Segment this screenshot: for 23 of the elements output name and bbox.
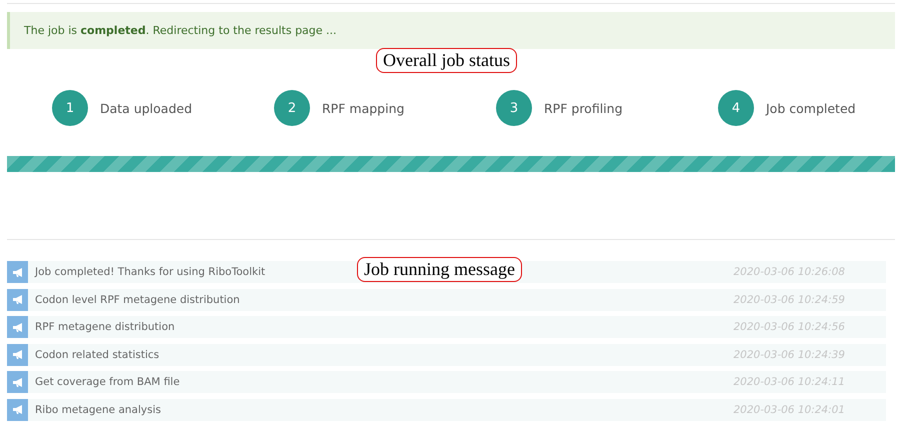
megaphone-icon <box>12 266 24 278</box>
megaphone-icon <box>12 349 24 360</box>
message-text: Codon related statistics <box>35 348 160 360</box>
megaphone-icon <box>12 404 24 415</box>
annotation-callout: Job running message <box>357 257 522 282</box>
step-number: 1 <box>52 90 88 126</box>
step-number: 3 <box>496 90 532 126</box>
step-label: Job completed <box>766 100 856 116</box>
annotation-callout: Overall job status <box>376 48 517 73</box>
megaphone-icon <box>12 376 24 388</box>
message-text: Job completed! Thanks for using RiboToolkit <box>35 266 266 278</box>
step-number: 4 <box>718 90 754 126</box>
alert-text: The job is completed. Redirecting to the results page ... <box>24 24 337 37</box>
step-label: RPF mapping <box>322 100 404 116</box>
message-text: Codon level RPF metagene distribution <box>35 294 240 306</box>
step-label: Data uploaded <box>100 100 192 116</box>
megaphone-icon <box>12 294 24 305</box>
step-label: RPF profiling <box>544 100 623 116</box>
message-text: Get coverage from BAM file <box>35 376 180 388</box>
megaphone-icon <box>12 322 24 332</box>
message-text: Ribo metagene analysis <box>35 404 161 416</box>
message-text: RPF metagene distribution <box>35 321 175 333</box>
step-number: 2 <box>274 90 310 126</box>
